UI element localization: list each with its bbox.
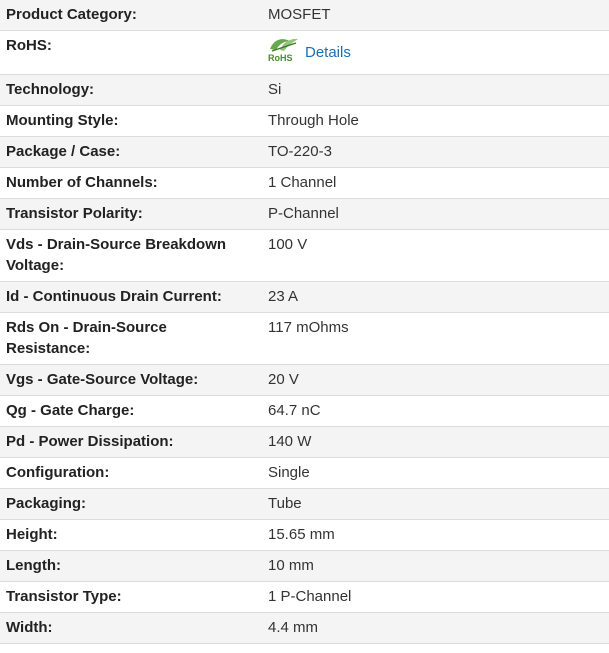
spec-value: Si [256,74,609,106]
spec-row: Width: 4.4 mm [0,612,609,644]
spec-label: Width: [0,612,256,644]
spec-value: 117 mOhms [256,312,609,365]
spec-row: Height: 15.65 mm [0,519,609,551]
spec-label: Id - Continuous Drain Current: [0,281,256,313]
spec-row: RoHS: RoHS Details [0,30,609,75]
spec-value: 100 V [256,229,609,282]
spec-label: Transistor Type: [0,581,256,613]
spec-label: Height: [0,519,256,551]
spec-label: Vgs - Gate-Source Voltage: [0,364,256,396]
spec-value: Through Hole [256,105,609,137]
spec-row: Vds - Drain-Source Breakdown Voltage: 10… [0,229,609,282]
spec-label: RoHS: [0,30,256,75]
spec-value: MOSFET [256,0,609,31]
spec-value-rohs: RoHS Details [256,30,609,75]
spec-value: 64.7 nC [256,395,609,427]
spec-label: Technology: [0,74,256,106]
spec-label: Mounting Style: [0,105,256,137]
spec-value: 10 mm [256,550,609,582]
spec-row: Vgs - Gate-Source Voltage: 20 V [0,364,609,396]
spec-value: 1 P-Channel [256,581,609,613]
spec-table-body: Product Category: MOSFET RoHS: RoHS Deta… [0,0,609,644]
spec-value: 1 Channel [256,167,609,199]
spec-value: Tube [256,488,609,520]
spec-label: Product Category: [0,0,256,31]
spec-row: Configuration: Single [0,457,609,489]
spec-label: Vds - Drain-Source Breakdown Voltage: [0,229,256,282]
spec-row: Qg - Gate Charge: 64.7 nC [0,395,609,427]
spec-row: Mounting Style: Through Hole [0,105,609,137]
spec-label: Transistor Polarity: [0,198,256,230]
rohs-logo-text: RoHS [268,53,293,63]
spec-row: Length: 10 mm [0,550,609,582]
spec-label: Pd - Power Dissipation: [0,426,256,458]
spec-label: Rds On - Drain-Source Resistance: [0,312,256,365]
spec-value: 20 V [256,364,609,396]
rohs-details-link[interactable]: Details [305,42,351,63]
spec-value: 4.4 mm [256,612,609,644]
spec-row: Id - Continuous Drain Current: 23 A [0,281,609,313]
spec-row: Pd - Power Dissipation: 140 W [0,426,609,458]
spec-row: Packaging: Tube [0,488,609,520]
spec-label: Number of Channels: [0,167,256,199]
spec-label: Qg - Gate Charge: [0,395,256,427]
spec-row: Product Category: MOSFET [0,0,609,31]
rohs-leaf-icon: RoHS [268,35,299,63]
rohs-compliance: RoHS Details [268,35,351,63]
spec-value: TO-220-3 [256,136,609,168]
spec-row: Rds On - Drain-Source Resistance: 117 mO… [0,312,609,365]
spec-label: Package / Case: [0,136,256,168]
spec-row: Package / Case: TO-220-3 [0,136,609,168]
spec-value: 140 W [256,426,609,458]
spec-row: Technology: Si [0,74,609,106]
spec-row: Transistor Type: 1 P-Channel [0,581,609,613]
spec-row: Transistor Polarity: P-Channel [0,198,609,230]
spec-value: 15.65 mm [256,519,609,551]
spec-label: Packaging: [0,488,256,520]
spec-label: Configuration: [0,457,256,489]
spec-label: Length: [0,550,256,582]
spec-value: Single [256,457,609,489]
spec-value: 23 A [256,281,609,313]
spec-value: P-Channel [256,198,609,230]
product-spec-table: Product Category: MOSFET RoHS: RoHS Deta… [0,0,609,644]
spec-row: Number of Channels: 1 Channel [0,167,609,199]
